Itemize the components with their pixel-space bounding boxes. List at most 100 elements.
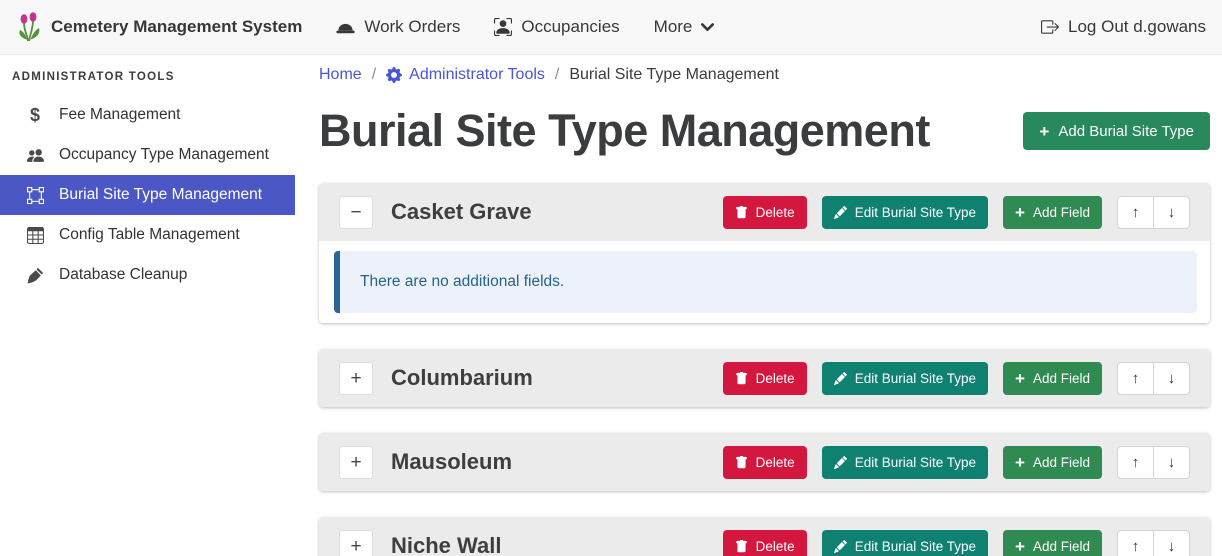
top-navbar: Cemetery Management System Work Orders O…: [0, 0, 1222, 55]
sidebar-item-label: Config Table Management: [59, 226, 240, 244]
panel-mausoleum: + Mausoleum Delete Edit Burial Site Type…: [319, 433, 1210, 491]
plus-icon: +: [1015, 538, 1025, 555]
move-down-button[interactable]: ↓: [1153, 362, 1190, 395]
edit-burial-site-type-button[interactable]: Edit Burial Site Type: [822, 446, 988, 479]
add-field-button[interactable]: + Add Field: [1003, 446, 1102, 479]
delete-label: Delete: [756, 371, 795, 386]
pencil-icon: [834, 540, 847, 553]
panel-title: Niche Wall: [391, 533, 705, 556]
reorder-button-group: ↑ ↓: [1117, 196, 1190, 229]
add-field-button[interactable]: + Add Field: [1003, 362, 1102, 395]
add-burial-site-type-button[interactable]: + Add Burial Site Type: [1023, 112, 1210, 150]
add-field-label: Add Field: [1033, 205, 1090, 220]
delete-button[interactable]: Delete: [723, 530, 807, 556]
edit-label: Edit Burial Site Type: [855, 455, 976, 470]
nav-occupancies-label: Occupancies: [521, 17, 619, 37]
nav-occupancies[interactable]: Occupancies: [494, 17, 619, 37]
nav-work-orders[interactable]: Work Orders: [336, 17, 460, 37]
delete-button[interactable]: Delete: [723, 446, 807, 479]
add-field-button[interactable]: + Add Field: [1003, 530, 1102, 556]
panel-header: − Casket Grave Delete Edit Burial Site T…: [319, 183, 1210, 241]
trash-icon: [735, 456, 748, 469]
gear-icon: [386, 67, 402, 83]
logout-icon: [1041, 18, 1059, 36]
breadcrumb-admin-tools-link[interactable]: Administrator Tools: [386, 66, 545, 84]
pencil-icon: [834, 206, 847, 219]
main-content: Home / Administrator Tools / Burial Site…: [295, 55, 1222, 556]
add-field-label: Add Field: [1033, 455, 1090, 470]
logout-button[interactable]: Log Out d.gowans: [1041, 17, 1206, 37]
no-additional-fields-alert: There are no additional fields.: [334, 251, 1197, 313]
sidebar-item-database-cleanup[interactable]: Database Cleanup: [0, 255, 295, 295]
panel-header: + Mausoleum Delete Edit Burial Site Type…: [319, 433, 1210, 491]
panel-body: There are no additional fields.: [319, 241, 1210, 323]
plus-icon: +: [1015, 370, 1025, 387]
app-title: Cemetery Management System: [51, 17, 302, 37]
edit-burial-site-type-button[interactable]: Edit Burial Site Type: [822, 362, 988, 395]
panel-actions: Delete Edit Burial Site Type + Add Field…: [723, 446, 1190, 479]
pencil-icon: [834, 456, 847, 469]
panel-title: Columbarium: [391, 365, 705, 391]
move-up-button[interactable]: ↑: [1117, 446, 1154, 479]
delete-label: Delete: [756, 205, 795, 220]
collapse-toggle-button[interactable]: −: [339, 196, 373, 229]
nav-more-label: More: [654, 17, 693, 37]
brand-link[interactable]: Cemetery Management System: [16, 12, 302, 42]
panel-actions: Delete Edit Burial Site Type + Add Field…: [723, 530, 1190, 556]
people-icon: [24, 147, 46, 164]
expand-toggle-button[interactable]: +: [339, 446, 373, 479]
expand-toggle-button[interactable]: +: [339, 530, 373, 556]
edit-burial-site-type-button[interactable]: Edit Burial Site Type: [822, 530, 988, 556]
nav-more-dropdown[interactable]: More: [654, 17, 715, 37]
move-down-button[interactable]: ↓: [1153, 446, 1190, 479]
add-burial-site-type-label: Add Burial Site Type: [1058, 123, 1194, 140]
edit-label: Edit Burial Site Type: [855, 539, 976, 554]
tulip-logo-icon: [16, 12, 42, 42]
trash-icon: [735, 206, 748, 219]
bounding-box-icon: [24, 187, 46, 204]
panel-title: Casket Grave: [391, 199, 705, 225]
delete-button[interactable]: Delete: [723, 196, 807, 229]
expand-toggle-button[interactable]: +: [339, 362, 373, 395]
panel-casket-grave: − Casket Grave Delete Edit Burial Site T…: [319, 183, 1210, 323]
plus-icon: +: [1015, 454, 1025, 471]
sidebar-item-fee-management[interactable]: $ Fee Management: [0, 95, 295, 135]
sidebar-item-burial-site-type[interactable]: Burial Site Type Management: [0, 175, 295, 215]
plus-icon: +: [1039, 123, 1049, 140]
sidebar-item-occupancy-type[interactable]: Occupancy Type Management: [0, 135, 295, 175]
trash-icon: [735, 372, 748, 385]
breadcrumb-admin-tools-label: Administrator Tools: [409, 66, 545, 84]
reorder-button-group: ↑ ↓: [1117, 446, 1190, 479]
reorder-button-group: ↑ ↓: [1117, 530, 1190, 556]
dollar-icon: $: [24, 105, 46, 126]
person-bounding-box-icon: [494, 18, 512, 36]
breadcrumb-separator: /: [372, 66, 376, 84]
move-up-button[interactable]: ↑: [1117, 196, 1154, 229]
nav-work-orders-label: Work Orders: [364, 17, 460, 37]
breadcrumb-home-link[interactable]: Home: [319, 66, 362, 84]
panel-header: + Columbarium Delete Edit Burial Site Ty…: [319, 349, 1210, 407]
chevron-down-icon: [701, 23, 714, 32]
panel-header: + Niche Wall Delete Edit Burial Site Typ…: [319, 517, 1210, 556]
plus-icon: +: [1015, 204, 1025, 221]
add-field-label: Add Field: [1033, 539, 1090, 554]
breadcrumb: Home / Administrator Tools / Burial Site…: [319, 63, 1210, 87]
edit-label: Edit Burial Site Type: [855, 371, 976, 386]
move-down-button[interactable]: ↓: [1153, 196, 1190, 229]
delete-label: Delete: [756, 455, 795, 470]
logout-label: Log Out d.gowans: [1068, 17, 1206, 37]
move-up-button[interactable]: ↑: [1117, 530, 1154, 556]
trash-icon: [735, 540, 748, 553]
panel-niche-wall: + Niche Wall Delete Edit Burial Site Typ…: [319, 517, 1210, 556]
table-icon: [24, 227, 46, 244]
move-up-button[interactable]: ↑: [1117, 362, 1154, 395]
sidebar-item-config-table[interactable]: Config Table Management: [0, 215, 295, 255]
move-down-button[interactable]: ↓: [1153, 530, 1190, 556]
add-field-button[interactable]: + Add Field: [1003, 196, 1102, 229]
edit-burial-site-type-button[interactable]: Edit Burial Site Type: [822, 196, 988, 229]
panel-columbarium: + Columbarium Delete Edit Burial Site Ty…: [319, 349, 1210, 407]
panel-actions: Delete Edit Burial Site Type + Add Field…: [723, 196, 1190, 229]
reorder-button-group: ↑ ↓: [1117, 362, 1190, 395]
delete-button[interactable]: Delete: [723, 362, 807, 395]
sidebar-item-label: Burial Site Type Management: [59, 186, 262, 204]
